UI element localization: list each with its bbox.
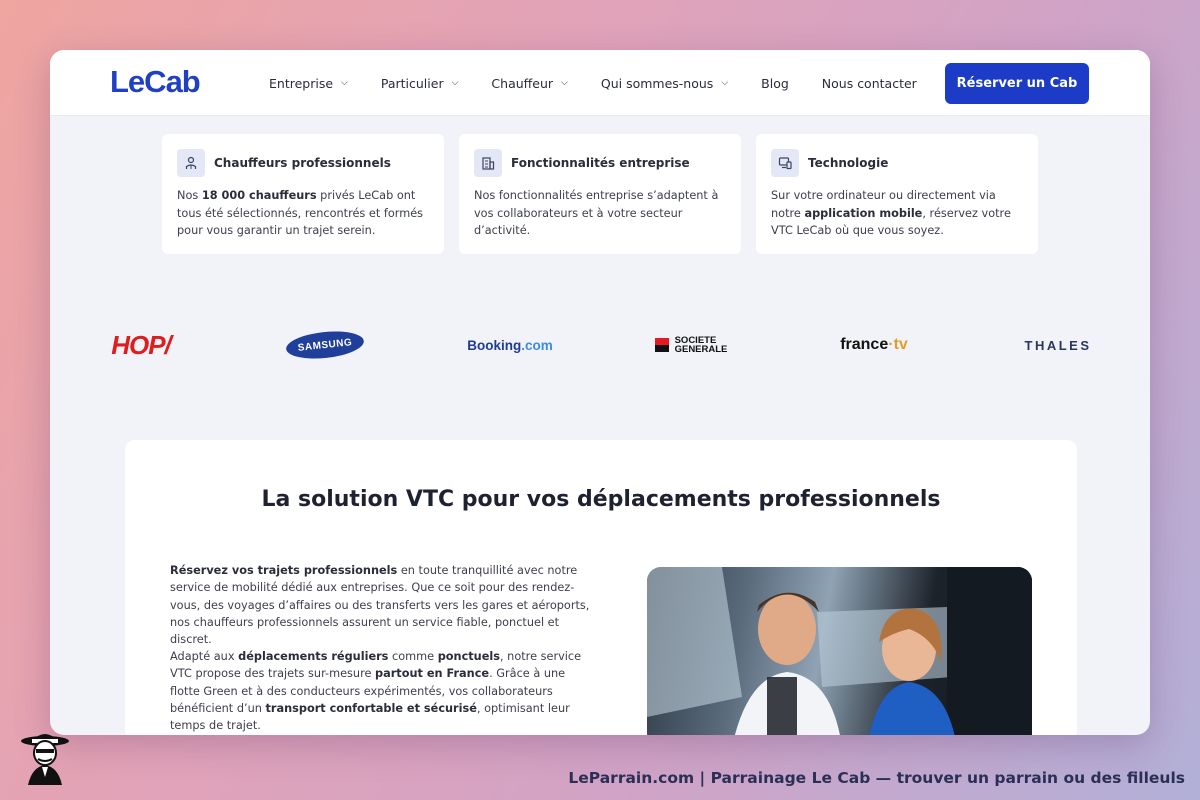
section-title: La solution VTC pour vos déplacements pr… [261,487,941,512]
feature-card-technologie: Technologie Sur votre ordinateur ou dire… [756,134,1038,254]
feature-card-entreprise: Fonctionnalités entreprise Nos fonctionn… [459,134,741,254]
card-title: Technologie [808,156,889,170]
building-icon [474,149,502,177]
paragraph-2: Adapté aux déplacements réguliers comme … [170,650,582,733]
devices-icon [771,149,799,177]
samsung-logo: SAMSUNG [282,325,368,365]
chevron-down-icon: ⌵ [451,78,459,88]
thales-logo: THALES [1024,337,1092,353]
menu-item-contact[interactable]: Nous contacter [822,76,917,91]
chevron-down-icon: ⌵ [721,78,729,88]
menu-item-chauffeur[interactable]: Chauffeur ⌵ [491,76,567,91]
card-title: Chauffeurs professionnels [214,156,391,170]
client-logos: HOP/ SAMSUNG Booking.com SOCIETE GENERALE… [50,325,1150,365]
menu-label: Particulier [380,75,444,91]
francetv-logo: france·tv [840,336,908,353]
card-text: Nos fonctionnalités entreprise s’adapten… [474,189,719,237]
card-title: Fonctionnalités entreprise [511,156,690,170]
menu-label: Blog [761,75,789,91]
lecab-logo[interactable]: LeCab [110,64,201,100]
feature-cards: Chauffeurs professionnels Nos 18 000 cha… [162,134,1038,254]
leparrain-mascot-icon [18,727,72,785]
menu-item-particulier[interactable]: Particulier ⌵ [381,76,459,91]
chevron-down-icon: ⌵ [341,78,348,88]
chevron-down-icon: ⌵ [561,78,568,88]
menu-item-blog[interactable]: Blog [761,76,789,91]
hop-logo: HOP/ [111,329,172,360]
menu-item-entreprise[interactable]: Entreprise ⌵ [269,76,348,91]
menu-label: Nous contacter [821,75,917,91]
paragraph-1: Réservez vos trajets professionnels en t… [170,564,590,647]
business-passengers-photo [647,567,1032,735]
menu-label: Qui sommes-nous [600,75,714,91]
menu-item-qui-sommes-nous[interactable]: Qui sommes-nous ⌵ [601,76,728,91]
reserve-cab-button[interactable]: Réserver un Cab [945,63,1089,104]
card-text: Nos 18 000 chauffeurs privés LeCab ont t… [177,189,424,237]
societe-generale-logo: SOCIETE GENERALE [650,325,732,365]
navbar: LeCab Entreprise ⌵ Particulier ⌵ Chauffe… [50,50,1150,116]
browser-window: LeCab Entreprise ⌵ Particulier ⌵ Chauffe… [50,50,1150,735]
vtc-solution-section: La solution VTC pour vos déplacements pr… [125,440,1077,735]
menu-label: Chauffeur [491,75,554,91]
booking-logo: Booking.com [467,337,553,353]
feature-card-chauffeurs: Chauffeurs professionnels Nos 18 000 cha… [162,134,444,254]
menu-label: Entreprise [269,75,334,91]
driver-icon [177,149,205,177]
main-menu: Entreprise ⌵ Particulier ⌵ Chauffeur ⌵ Q… [269,50,950,116]
footer-caption: LeParrain.com | Parrainage Le Cab — trou… [568,769,1185,787]
card-text: Sur votre ordinateur ou directement via … [771,189,1011,237]
